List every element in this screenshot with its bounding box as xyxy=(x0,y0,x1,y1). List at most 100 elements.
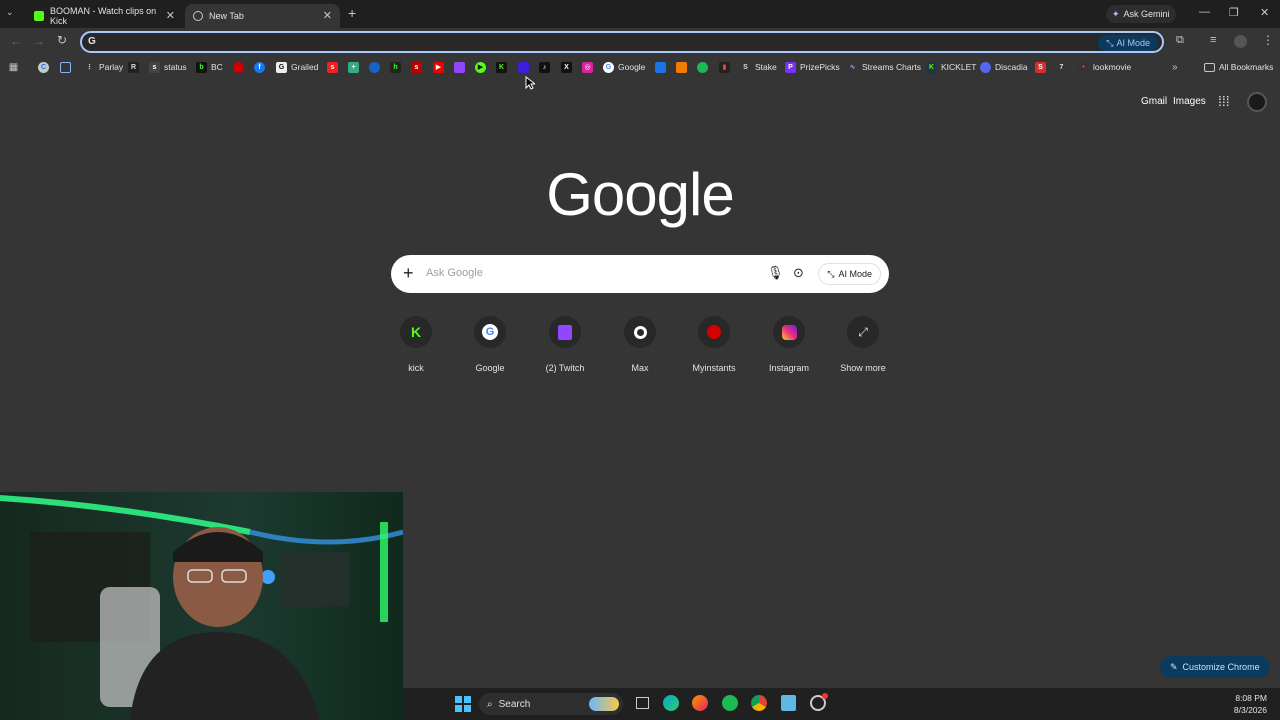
shortcut-google[interactable]: G Google xyxy=(453,314,527,373)
shortcut-myinstants[interactable]: Myinstants xyxy=(677,314,751,373)
bookmark-icon[interactable] xyxy=(697,60,712,74)
minimize-icon[interactable]: — xyxy=(1199,6,1210,18)
shortcut-max[interactable]: Max xyxy=(603,314,677,373)
tab-title: New Tab xyxy=(209,11,244,21)
shortcut-instagram[interactable]: Instagram xyxy=(752,314,826,373)
bookmark-icon[interactable]: s xyxy=(327,60,342,74)
file-app-icon[interactable] xyxy=(781,695,796,711)
search-input[interactable]: Ask Google xyxy=(426,267,483,279)
bookmark-label: PrizePicks xyxy=(800,62,840,72)
bookmark-prizepicks[interactable]: P PrizePicks xyxy=(785,60,840,74)
bookmark-label: Grailed xyxy=(291,62,319,72)
bookmark-icon[interactable] xyxy=(655,60,670,74)
shortcut-label: kick xyxy=(408,363,424,373)
bookmark-label: lookmovie xyxy=(1093,62,1132,72)
bookmark-icon[interactable] xyxy=(60,60,75,74)
omnibox-ai-mode-button[interactable]: ⤡ AI Mode xyxy=(1098,35,1158,51)
twitch-icon xyxy=(549,316,581,348)
account-avatar[interactable] xyxy=(1247,92,1267,112)
bookmark-google[interactable]: G Google xyxy=(603,60,645,74)
gmail-link[interactable]: Gmail xyxy=(1141,96,1167,107)
google-apps-icon[interactable]: ⁞⁞⁞ xyxy=(1218,93,1230,109)
bookmark-grailed[interactable]: G Grailed xyxy=(276,60,318,74)
tab-strip: ⌄ BOOMAN - Watch clips on Kick ✕ New Tab… xyxy=(0,0,1280,28)
close-window-icon[interactable]: ✕ xyxy=(1260,6,1269,19)
taskbar-search[interactable]: ⌕ Search xyxy=(479,693,623,715)
shortcut-kick[interactable]: K kick xyxy=(379,314,453,373)
bookmark-status[interactable]: s status xyxy=(149,60,187,74)
bookmark-icon[interactable] xyxy=(369,60,384,74)
spotify-icon[interactable] xyxy=(722,695,738,711)
back-icon[interactable]: ← xyxy=(10,34,22,48)
taskbar-time[interactable]: 8:08 PM xyxy=(1221,693,1267,703)
bookmark-label: status xyxy=(164,62,187,72)
ai-mode-button[interactable]: ⤡ AI Mode xyxy=(818,263,881,285)
close-tab-icon[interactable]: ✕ xyxy=(166,9,175,22)
task-view-icon[interactable] xyxy=(636,697,649,709)
bookmark-icon[interactable]: S xyxy=(1035,60,1050,74)
address-bar[interactable]: G ⤡ AI Mode xyxy=(80,31,1164,53)
google-g-icon: G xyxy=(88,36,96,47)
chrome-icon[interactable] xyxy=(751,695,767,711)
customize-label: Customize Chrome xyxy=(1182,662,1260,672)
bookmark-icon[interactable]: ▮ xyxy=(719,60,734,74)
ai-mode-label: AI Mode xyxy=(838,269,872,279)
bookmark-icon[interactable]: h xyxy=(390,60,405,74)
apps-grid-icon[interactable]: ▦ xyxy=(8,60,23,74)
notification-badge xyxy=(822,693,828,699)
all-bookmarks-folder[interactable]: All Bookmarks xyxy=(1204,60,1273,74)
search-box[interactable]: + Ask Google 🎙 ⊙ ⤡ AI Mode xyxy=(391,255,889,293)
shortcut-show-more[interactable]: ⤢ Show more xyxy=(826,314,900,373)
customize-chrome-button[interactable]: ✎ Customize Chrome xyxy=(1160,656,1270,678)
bookmark-icon[interactable] xyxy=(454,60,469,74)
folder-icon xyxy=(1204,62,1215,72)
bookmark-icon[interactable]: X xyxy=(561,60,576,74)
firefox-icon[interactable] xyxy=(692,695,708,711)
bookmark-icon[interactable]: R xyxy=(128,60,143,74)
bookmark-icon[interactable]: f xyxy=(254,60,269,74)
bookmark-icon[interactable]: ◎ xyxy=(582,60,597,74)
bookmark-parlay[interactable]: ⋮ Parlay xyxy=(84,60,123,74)
taskbar-date[interactable]: 8/3/2026 xyxy=(1221,705,1267,715)
webcam-overlay xyxy=(0,492,403,720)
bookmark-icon[interactable]: ▶ xyxy=(475,60,490,74)
bookmark-icon[interactable]: K xyxy=(496,60,511,74)
bookmark-bc[interactable]: b BC xyxy=(196,60,223,74)
gemini-icon: ✦ xyxy=(1112,8,1120,19)
images-link[interactable]: Images xyxy=(1173,96,1206,107)
bookmark-icon[interactable] xyxy=(518,60,533,74)
menu-icon[interactable]: ⋮ xyxy=(1262,33,1274,47)
bookmark-icon[interactable] xyxy=(233,60,248,74)
lens-icon[interactable]: ⊙ xyxy=(793,265,804,281)
bookmark-icon[interactable]: + xyxy=(348,60,363,74)
bookmark-icon[interactable]: C xyxy=(38,60,53,74)
shortcut-twitch[interactable]: (2) Twitch xyxy=(528,314,602,373)
edge-icon[interactable] xyxy=(663,695,679,711)
new-tab-icon[interactable]: + xyxy=(348,5,356,21)
microphone-icon[interactable]: 🎙 xyxy=(767,265,784,281)
add-icon[interactable]: + xyxy=(403,263,414,284)
bookmark-icon[interactable]: s xyxy=(411,60,426,74)
tab-search-icon[interactable]: ⌄ xyxy=(6,7,14,18)
bookmark-kicklet[interactable]: K KICKLET xyxy=(926,60,976,74)
restore-icon[interactable]: ❐ xyxy=(1229,6,1239,19)
bookmark-stake[interactable]: S Stake xyxy=(740,60,777,74)
forward-icon[interactable]: → xyxy=(33,34,45,48)
reload-icon[interactable]: ↻ xyxy=(57,33,67,47)
bookmark-streams-charts[interactable]: ∿ Streams Charts xyxy=(847,60,921,74)
ask-gemini-button[interactable]: ✦ Ask Gemini xyxy=(1106,5,1176,23)
tab-kick[interactable]: BOOMAN - Watch clips on Kick ✕ xyxy=(26,4,183,28)
reading-list-icon[interactable]: ≡ xyxy=(1210,34,1216,46)
bookmark-icon[interactable]: ▶ xyxy=(433,60,448,74)
bookmark-lookmovie[interactable]: • lookmovie xyxy=(1078,60,1131,74)
close-tab-icon[interactable]: ✕ xyxy=(323,9,332,22)
bookmark-discadia[interactable]: Discadia xyxy=(980,60,1028,74)
bookmark-icon[interactable] xyxy=(676,60,691,74)
extensions-icon[interactable]: ⧉ xyxy=(1176,34,1184,47)
bookmark-icon[interactable]: ♪ xyxy=(539,60,554,74)
profile-avatar[interactable] xyxy=(1234,35,1247,48)
tab-new-tab[interactable]: New Tab ✕ xyxy=(185,4,340,28)
bookmark-icon[interactable]: 7 xyxy=(1056,60,1071,74)
windows-start-icon[interactable] xyxy=(455,696,471,712)
more-bookmarks-icon[interactable]: » xyxy=(1172,60,1178,74)
